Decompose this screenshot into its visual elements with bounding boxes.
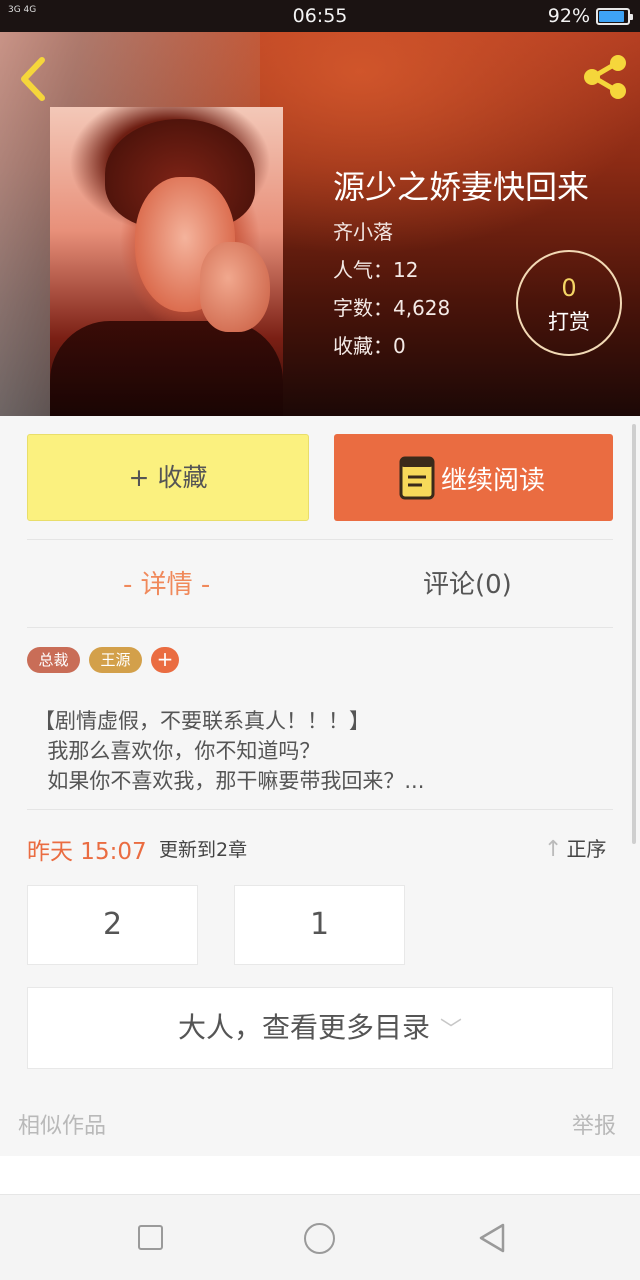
scrollbar[interactable]: [632, 424, 636, 844]
share-icon: [584, 55, 626, 99]
book-popularity: 人气：12: [333, 258, 419, 282]
description-line: 【剧情虚假，不要联系真人！！！】: [34, 709, 370, 733]
view-more-catalog-label: 大人，查看更多目录: [177, 1011, 430, 1044]
system-navigation-bar: [0, 1194, 640, 1280]
arrow-up-icon: ↑: [544, 837, 563, 862]
chapter-item[interactable]: 1: [234, 885, 405, 965]
reward-button[interactable]: 0 打赏: [516, 250, 622, 356]
similar-works-list: [0, 1156, 640, 1194]
continue-reading-button[interactable]: 继续阅读: [334, 434, 613, 521]
book-cover[interactable]: [50, 107, 283, 416]
divider: [27, 539, 613, 540]
share-button[interactable]: [580, 52, 630, 102]
similar-works-heading: 相似作品: [18, 1114, 107, 1139]
reward-label: 打赏: [548, 310, 590, 334]
home-icon[interactable]: [304, 1223, 335, 1254]
view-more-catalog-button[interactable]: 大人，查看更多目录 ﹀: [27, 987, 613, 1069]
sort-order-button[interactable]: ↑ 正序: [544, 833, 606, 862]
tag-chip[interactable]: 总裁: [27, 647, 80, 673]
book-word-count: 字数：4,628: [333, 296, 451, 320]
tab-comments[interactable]: 评论(0): [423, 564, 512, 601]
tab-detail[interactable]: - 详情 -: [123, 564, 210, 601]
chapter-item[interactable]: 2: [27, 885, 198, 965]
status-time: 06:55: [292, 5, 348, 27]
book-icon: [399, 456, 435, 500]
tag-chip[interactable]: 王源: [89, 647, 142, 673]
battery-icon: [596, 8, 633, 25]
add-favorite-button[interactable]: + 收藏: [27, 434, 309, 521]
book-header: 源少之娇妻快回来 齐小落 人气：12 字数：4,628 收藏：0 0 打赏: [0, 32, 640, 416]
recent-apps-icon[interactable]: [138, 1225, 163, 1250]
back-triangle-icon[interactable]: [478, 1222, 506, 1254]
status-bar: 3G 4G 06:55 92%: [0, 0, 640, 32]
back-button[interactable]: [14, 54, 54, 104]
add-tag-button[interactable]: +: [151, 647, 179, 673]
report-link[interactable]: 举报: [572, 1108, 616, 1140]
divider: [27, 627, 613, 628]
update-status: 更新到2章: [159, 839, 248, 861]
book-favorites: 收藏：0: [333, 334, 406, 358]
chevron-down-icon: ﹀: [440, 1018, 463, 1043]
description-line: 我那么喜欢你，你不知道吗？: [34, 739, 321, 763]
continue-reading-label: 继续阅读: [441, 466, 546, 496]
divider: [27, 809, 613, 810]
book-author[interactable]: 齐小落: [333, 216, 393, 245]
book-title: 源少之娇妻快回来: [333, 168, 590, 206]
sort-order-label: 正序: [566, 837, 607, 861]
battery-level: 92%: [547, 5, 590, 27]
description-line: 如果你不喜欢我，那干嘛要带我回来？...: [34, 769, 425, 793]
chevron-left-icon: [21, 57, 45, 101]
reward-count: 0: [561, 274, 577, 302]
update-time: 昨天 15:07: [27, 839, 147, 865]
